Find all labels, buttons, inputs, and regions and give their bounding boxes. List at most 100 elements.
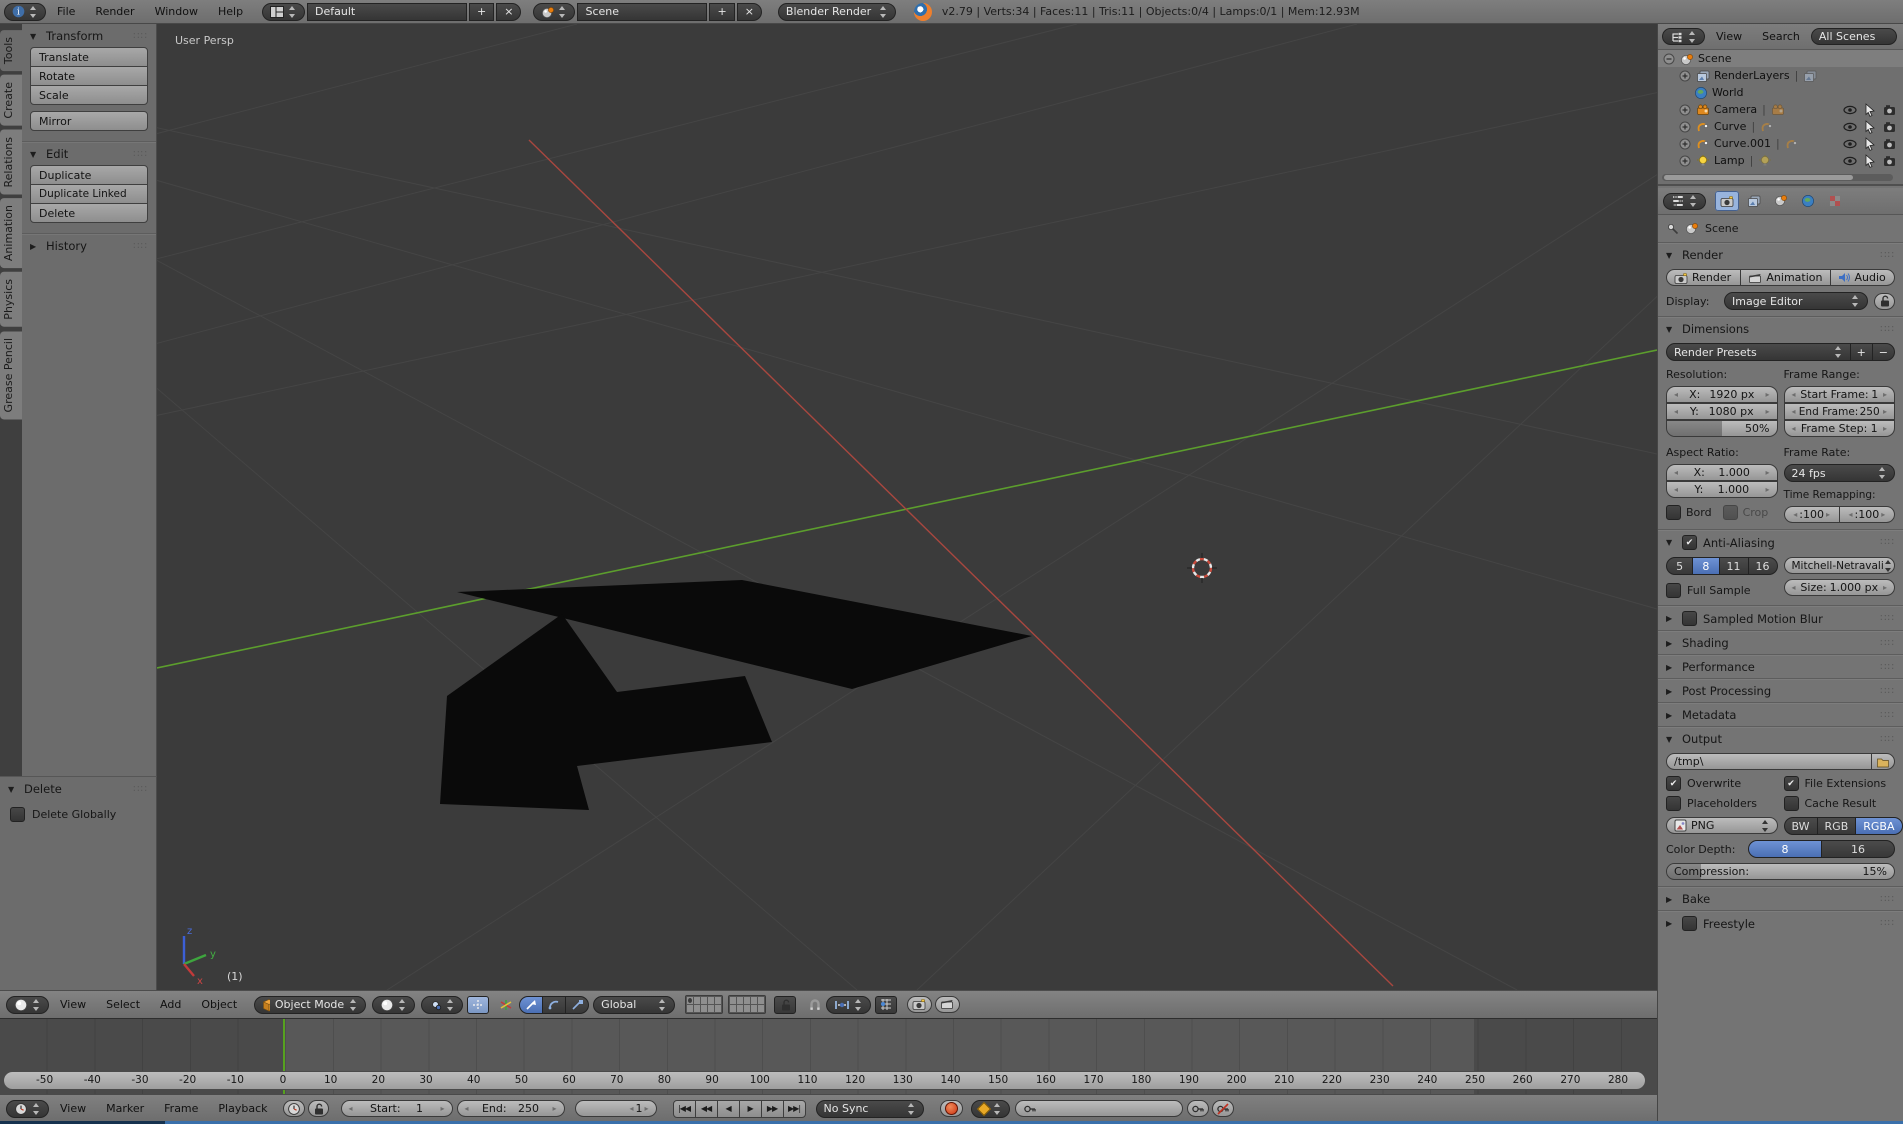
aa-samples-8-button[interactable]: 8	[1692, 557, 1719, 575]
restrict-view-eye-icon[interactable]	[1843, 103, 1857, 117]
panel-drag-handle-icon[interactable]	[1880, 250, 1895, 261]
layer-cell[interactable]	[715, 997, 721, 1004]
menu-search-outliner[interactable]: Search	[1753, 30, 1809, 43]
aa-samples-5-button[interactable]: 5	[1666, 557, 1693, 575]
restrict-render-camera-icon[interactable]	[1883, 120, 1897, 134]
window-type-selector[interactable]: i	[4, 3, 46, 21]
pivot-point-selector[interactable]	[421, 996, 463, 1014]
translate-button[interactable]: Translate	[30, 47, 148, 67]
add-layout-button[interactable]: +	[469, 3, 494, 21]
menu-window[interactable]: Window	[146, 5, 207, 18]
restrict-select-cursor-icon[interactable]	[1863, 103, 1877, 117]
timeline-ruler[interactable]: -50-40-30-20-100102030405060708090100110…	[3, 1071, 1646, 1090]
close-layout-button[interactable]: ×	[496, 3, 521, 21]
use-preview-range-button[interactable]	[283, 1100, 305, 1117]
panel-header-dimensions[interactable]: Dimensions	[1658, 317, 1903, 340]
browse-folder-button[interactable]	[1871, 753, 1895, 770]
aa-filter-selector[interactable]: Mitchell-Netravali	[1784, 557, 1896, 574]
close-scene-button[interactable]: ×	[737, 3, 762, 21]
delete-keyframe-button[interactable]	[1212, 1100, 1234, 1117]
menu-file[interactable]: File	[48, 5, 84, 18]
aspect-y-field[interactable]: Y:1.000	[1666, 481, 1778, 498]
render-presets-selector[interactable]: Render Presets	[1666, 343, 1851, 361]
remove-preset-button[interactable]: −	[1872, 343, 1895, 361]
restrict-view-eye-icon[interactable]	[1843, 137, 1857, 151]
channels-bw-button[interactable]: BW	[1784, 817, 1818, 835]
snap-magnet-button[interactable]	[806, 997, 824, 1013]
snap-element-selector[interactable]	[826, 996, 871, 1014]
menu-marker[interactable]: Marker	[97, 1102, 153, 1115]
scene-name-field[interactable]: Scene	[577, 3, 707, 21]
layers-grid-2[interactable]	[728, 995, 766, 1014]
3d-cursor[interactable]	[1187, 553, 1217, 583]
menu-view[interactable]: View	[51, 998, 95, 1011]
insert-keyframe-button[interactable]	[1187, 1100, 1209, 1117]
panel-header-metadata[interactable]: Metadata	[1658, 703, 1903, 726]
layer-cell[interactable]	[687, 1005, 693, 1012]
restrict-render-camera-icon[interactable]	[1883, 137, 1897, 151]
lock-time-button[interactable]	[308, 1100, 329, 1117]
tab-texture-properties[interactable]	[1823, 191, 1847, 211]
panel-drag-handle-icon[interactable]	[1880, 710, 1895, 721]
rotate-button[interactable]: Rotate	[30, 66, 148, 86]
layer-cell[interactable]	[737, 997, 743, 1004]
outliner-row-camera[interactable]: Camera |	[1658, 101, 1903, 118]
outliner-row-world[interactable]: World	[1658, 84, 1903, 101]
menu-help[interactable]: Help	[209, 5, 252, 18]
layer-cell[interactable]	[708, 997, 714, 1004]
border-checkbox[interactable]	[1666, 505, 1681, 520]
expand-plus-icon[interactable]	[1678, 120, 1692, 134]
panel-drag-handle-icon[interactable]	[1880, 613, 1895, 624]
frame-rate-selector[interactable]: 24 fps	[1784, 464, 1896, 482]
tab-scene-properties[interactable]	[1769, 191, 1793, 211]
restrict-select-cursor-icon[interactable]	[1863, 154, 1877, 168]
remap-new-field[interactable]: :100	[1839, 506, 1895, 523]
render-still-button[interactable]: Render	[1666, 269, 1741, 286]
delete-button[interactable]: Delete	[30, 203, 148, 223]
current-frame-field[interactable]: 1	[575, 1100, 657, 1117]
opengl-render-animation-button[interactable]	[935, 996, 960, 1013]
tab-animation[interactable]: Animation	[0, 198, 22, 268]
screen-layout-icon-button[interactable]	[262, 3, 305, 21]
scale-button[interactable]: Scale	[30, 85, 148, 105]
outliner-row-curve-001[interactable]: Curve.001 |	[1658, 135, 1903, 152]
menu-view-timeline[interactable]: View	[51, 1102, 95, 1115]
panel-drag-handle-icon[interactable]	[1880, 734, 1895, 745]
menu-view-outliner[interactable]: View	[1707, 30, 1751, 43]
remap-old-field[interactable]: :100	[1784, 506, 1840, 523]
mirror-button[interactable]: Mirror	[30, 111, 148, 131]
resolution-x-field[interactable]: X:1920 px	[1666, 386, 1778, 403]
render-animation-button[interactable]: Animation	[1740, 269, 1830, 286]
panel-header-output[interactable]: Output	[1658, 727, 1903, 750]
file-format-selector[interactable]: PNG	[1666, 817, 1778, 834]
freestyle-checkbox[interactable]	[1682, 916, 1697, 931]
outliner-filter-selector[interactable]: All Scenes	[1811, 28, 1897, 45]
outliner-horizontal-scrollbar[interactable]	[1662, 174, 1893, 181]
start-frame-field[interactable]: Start:1	[341, 1100, 453, 1117]
resolution-percentage-slider[interactable]: 50%	[1666, 420, 1778, 437]
resolution-y-field[interactable]: Y:1080 px	[1666, 403, 1778, 420]
layer-cell[interactable]	[701, 997, 707, 1004]
outliner-row-curve[interactable]: Curve |	[1658, 118, 1903, 135]
expand-plus-icon[interactable]	[1678, 154, 1692, 168]
play-button[interactable]: ▶	[739, 1100, 762, 1118]
motion-blur-checkbox[interactable]	[1682, 611, 1697, 626]
output-path-field[interactable]: /tmp\	[1666, 753, 1872, 770]
display-selector[interactable]: Image Editor	[1724, 292, 1868, 310]
menu-playback[interactable]: Playback	[209, 1102, 276, 1115]
pin-icon[interactable]	[1666, 222, 1679, 235]
timeline-editor-type-selector[interactable]	[6, 1100, 49, 1118]
restrict-view-eye-icon[interactable]	[1843, 154, 1857, 168]
viewport-shading-selector[interactable]	[372, 996, 415, 1014]
panel-header-post-processing[interactable]: Post Processing	[1658, 679, 1903, 702]
play-reverse-button[interactable]: ◀	[717, 1100, 740, 1118]
panel-drag-handle-icon[interactable]	[1880, 537, 1895, 548]
jump-to-end-button[interactable]: ▶▶|	[783, 1100, 806, 1118]
panel-drag-handle-icon[interactable]	[133, 784, 148, 795]
panel-drag-handle-icon[interactable]	[1880, 662, 1895, 673]
menu-add[interactable]: Add	[151, 998, 190, 1011]
properties-editor-type-selector[interactable]	[1663, 193, 1706, 210]
compression-slider[interactable]: Compression: 15%	[1666, 863, 1895, 880]
layer-cell[interactable]	[758, 1005, 764, 1012]
add-scene-button[interactable]: +	[709, 3, 734, 21]
